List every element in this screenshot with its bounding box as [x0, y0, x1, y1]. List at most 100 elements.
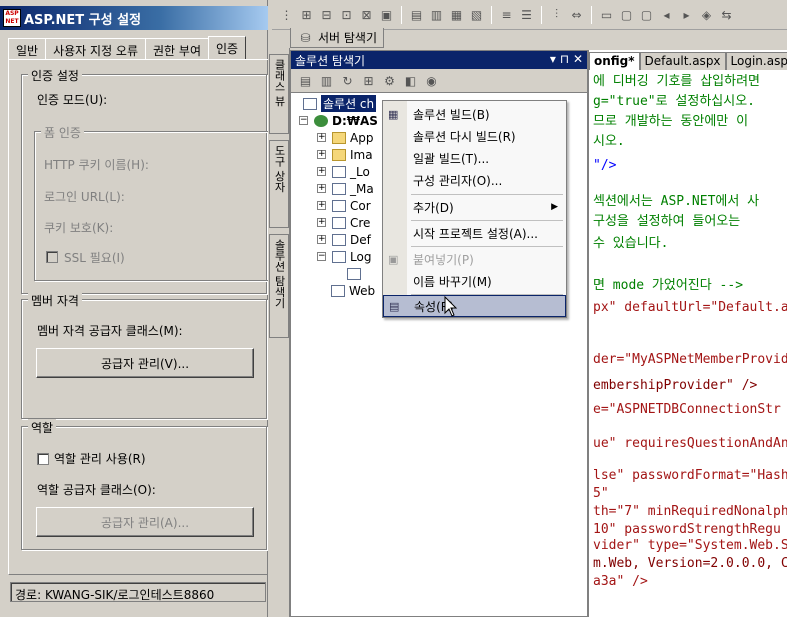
menu-separator — [411, 194, 563, 195]
code-line: 므로 개발하는 동안에만 이 — [593, 114, 749, 129]
aspnet-logo-icon: ASP NET — [3, 9, 21, 27]
side-tab-toolbox[interactable]: 도구 상자 — [269, 140, 289, 228]
comment-icon[interactable]: ▢ — [618, 6, 635, 23]
expand-icon[interactable]: + — [317, 150, 326, 159]
menu-item-paste[interactable]: ▣ 붙여넣기(P) — [383, 248, 566, 270]
align-centers-icon[interactable]: ⊟ — [318, 6, 335, 23]
website-icon — [314, 114, 328, 127]
tree-row-solution[interactable]: 솔루션 ch — [303, 95, 377, 112]
ssl-required-checkbox[interactable] — [46, 251, 58, 263]
size-to-grid-icon[interactable]: ▧ — [468, 6, 485, 23]
tab-general[interactable]: 일반 — [8, 38, 47, 59]
center-horizontally-icon[interactable]: ⇔ — [568, 6, 585, 23]
folder-icon — [332, 148, 346, 161]
expand-icon[interactable]: + — [317, 235, 326, 244]
align-middles-icon[interactable]: ▣ — [378, 6, 395, 23]
tree-row[interactable] — [347, 265, 365, 282]
expand-icon[interactable]: + — [317, 218, 326, 227]
tree-label: Def — [350, 232, 371, 247]
manage-role-providers-button[interactable]: 공급자 관리(A)... — [36, 507, 254, 537]
tab-authentication[interactable]: 인증 — [208, 36, 247, 59]
menu-item-add[interactable]: 추가(D) ▶ — [383, 196, 566, 218]
menu-item-configuration-manager[interactable]: 구성 관리자(O)... — [383, 169, 566, 191]
tab-authorization[interactable]: 권한 부여 — [145, 38, 209, 59]
menu-item-build-solution[interactable]: ▦ 솔루션 빌드(B) — [383, 103, 566, 125]
horizontal-spacing-icon[interactable]: ≡ — [498, 6, 515, 23]
tree-label: Web — [349, 283, 376, 298]
code-line: lse" passwordFormat="Hash — [593, 468, 787, 483]
align-tops-icon[interactable]: ⊠ — [358, 6, 375, 23]
properties-tool-icon[interactable]: ▤ — [297, 72, 314, 89]
tab-default-aspx[interactable]: Default.aspx — [639, 52, 726, 70]
bookmark-prev-icon[interactable]: ◂ — [658, 6, 675, 23]
code-line: 구성을 설정하여 들어오는 — [593, 214, 741, 229]
tree-row[interactable]: + App — [317, 129, 373, 146]
navigate-icon[interactable]: ⇆ — [718, 6, 735, 23]
refresh-icon[interactable]: ↻ — [339, 72, 356, 89]
asp-config-icon[interactable]: ◉ — [423, 72, 440, 89]
server-explorer-tab[interactable]: ⛁ 서버 탐색기 — [290, 28, 385, 48]
view-designer-icon[interactable]: ◧ — [402, 72, 419, 89]
tree-label: App — [350, 130, 374, 145]
tree-row[interactable]: + Ima — [317, 146, 373, 163]
tree-row[interactable]: + Cor — [317, 197, 371, 214]
menu-item-rename[interactable]: 이름 바꾸기(M) — [383, 270, 566, 292]
config-title-bar[interactable]: ASP NET ASP.NET 구성 설정 — [0, 6, 268, 30]
menu-separator — [411, 246, 563, 247]
show-all-files-icon[interactable]: ▥ — [318, 72, 335, 89]
toolbar-separator — [591, 5, 592, 24]
tab-custom-errors[interactable]: 사용자 지정 오류 — [45, 38, 147, 59]
config-title: ASP.NET 구성 설정 — [24, 12, 142, 28]
menu-item-set-startup-projects[interactable]: 시작 프로젝트 설정(A)... — [383, 222, 566, 244]
nest-related-files-icon[interactable]: ⊞ — [360, 72, 377, 89]
manage-membership-providers-button[interactable]: 공급자 관리(V)... — [36, 348, 254, 378]
page-icon — [332, 182, 346, 195]
tree-row[interactable]: + _Lo — [317, 163, 370, 180]
collapse-icon[interactable]: − — [317, 252, 326, 261]
increase-spacing-icon[interactable]: ☰ — [518, 6, 535, 23]
tree-row-project[interactable]: − D:₩AS — [299, 112, 378, 129]
copy-website-icon[interactable]: ⚙ — [381, 72, 398, 89]
solution-icon — [303, 97, 317, 110]
expand-icon[interactable]: + — [317, 201, 326, 210]
same-width-icon[interactable]: ▤ — [408, 6, 425, 23]
tab-web-config[interactable]: onfig* — [589, 52, 640, 70]
vertical-spacing-icon[interactable]: ⫶ — [548, 6, 565, 23]
tree-row[interactable]: + Cre — [317, 214, 370, 231]
tab-login-aspx[interactable]: Login.asp — [725, 52, 787, 70]
solution-context-menu: ▦ 솔루션 빌드(B) 솔루션 다시 빌드(R) 일괄 빌드(T)... 구성 … — [382, 100, 567, 318]
code-editor[interactable]: onfig* Default.aspx Login.asp 에 디버깅 기호를 … — [588, 50, 787, 617]
expand-icon[interactable]: + — [317, 167, 326, 176]
bookmark-next-icon[interactable]: ▸ — [678, 6, 695, 23]
menu-item-label: 추가(D) — [413, 200, 454, 215]
collapse-icon[interactable]: − — [299, 116, 308, 125]
align-lefts-icon[interactable]: ⊞ — [298, 6, 315, 23]
menu-item-properties[interactable]: ▤ 속성(R) — [383, 295, 566, 317]
tree-label-project: D:₩AS — [332, 113, 378, 128]
tree-row[interactable]: Web — [331, 282, 375, 299]
comment2-icon[interactable]: ▢ — [638, 6, 655, 23]
menu-item-rebuild-solution[interactable]: 솔루션 다시 빌드(R) — [383, 125, 566, 147]
menu-item-label: 구성 관리자(O)... — [413, 173, 503, 188]
panel-window-buttons[interactable]: ▾ ⊓ ✕ — [550, 52, 583, 68]
expand-icon[interactable]: + — [317, 184, 326, 193]
align-rights-icon[interactable]: ⊡ — [338, 6, 355, 23]
toolbar-separator — [541, 5, 542, 24]
same-size-icon[interactable]: ▦ — [448, 6, 465, 23]
tree-row[interactable]: + _Ma — [317, 180, 374, 197]
tree-row[interactable]: − Log — [317, 248, 371, 265]
side-tab-solution-explorer[interactable]: 솔루션 탐색기 — [269, 234, 289, 338]
solution-explorer-title-bar[interactable]: 솔루션 탐색기 ▾ ⊓ ✕ — [291, 51, 587, 69]
side-tab-class-view[interactable]: 클래스 뷰 — [269, 54, 289, 134]
toolbox-label: 도구 상자 — [273, 145, 286, 193]
code-line: der="MyASPNetMemberProvid — [593, 352, 787, 367]
menu-item-batch-build[interactable]: 일괄 빌드(T)... — [383, 147, 566, 169]
tree-row[interactable]: + Def — [317, 231, 371, 248]
bring-to-front-icon[interactable]: ▭ — [598, 6, 615, 23]
expand-icon[interactable]: + — [317, 133, 326, 142]
bookmark-clear-icon[interactable]: ◈ — [698, 6, 715, 23]
enable-roles-checkbox[interactable] — [37, 453, 49, 465]
server-explorer-label: 서버 탐색기 — [318, 31, 378, 45]
menu-item-label: 솔루션 다시 빌드(R) — [413, 129, 516, 144]
same-height-icon[interactable]: ▥ — [428, 6, 445, 23]
